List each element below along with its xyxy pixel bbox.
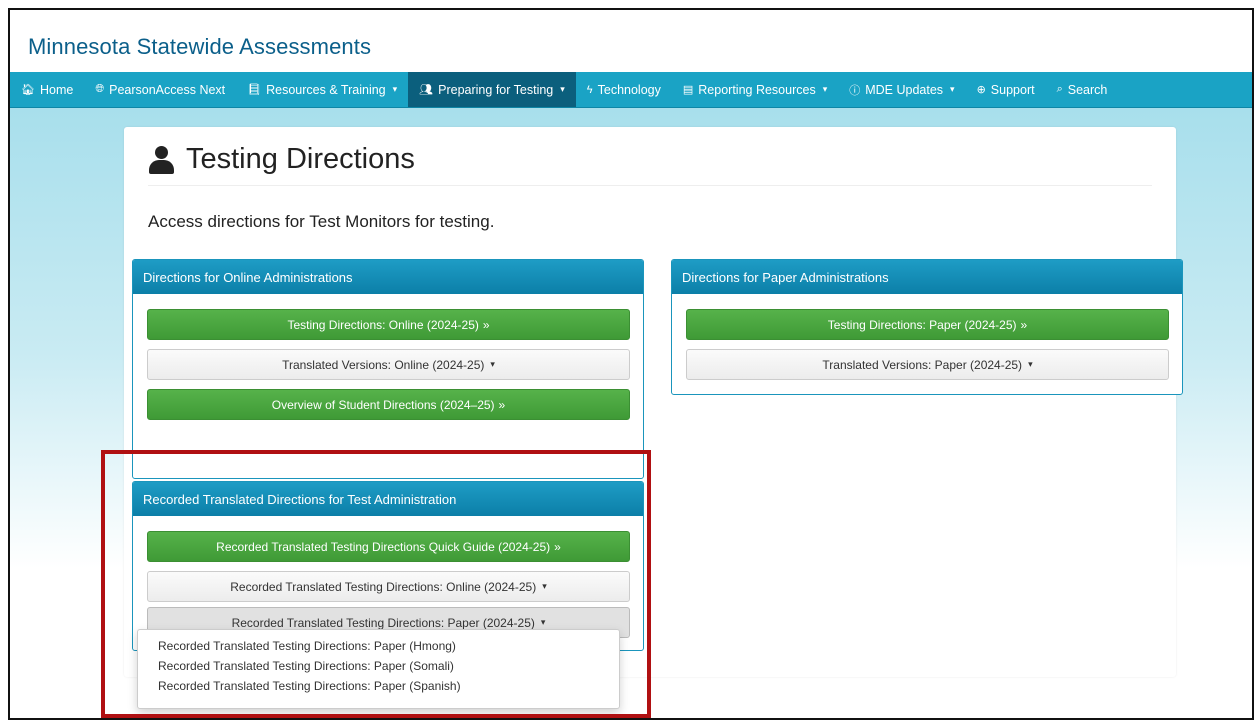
nav-item-label: Resources & Training xyxy=(266,82,386,97)
nav-item-label: PearsonAccess Next xyxy=(109,82,226,97)
double-chevron-right-icon: » xyxy=(482,317,490,332)
nav-item-label: Home xyxy=(39,82,74,97)
title-divider xyxy=(148,185,1152,186)
panel-online-heading: Directions for Online Administrations xyxy=(133,260,643,294)
testing-directions-paper-button[interactable]: Testing Directions: Paper (2024-25) » xyxy=(686,309,1169,340)
button-label: Translated Versions: Online (2024-25) xyxy=(282,357,485,372)
page-heading: Testing Directions xyxy=(186,143,415,175)
overview-student-directions-button[interactable]: Overview of Student Directions (2024–25)… xyxy=(147,389,630,420)
intro-text: Access directions for Test Monitors for … xyxy=(148,212,495,231)
home-icon: 🏠︎ xyxy=(21,84,35,96)
testing-directions-online-button[interactable]: Testing Directions: Online (2024-25) » xyxy=(147,309,630,340)
newspaper-icon: ▤ xyxy=(682,84,694,96)
double-chevron-right-icon: » xyxy=(1020,317,1028,332)
nav-item-resources-training[interactable]: 📘︎ Resources & Training ▾ xyxy=(236,72,408,107)
caret-down-icon: ▾ xyxy=(392,84,398,94)
translated-versions-paper-dropdown[interactable]: Translated Versions: Paper (2024-25) ▾ xyxy=(686,349,1169,380)
nav-item-label: Technology xyxy=(597,82,661,97)
translated-versions-online-dropdown[interactable]: Translated Versions: Online (2024-25) ▾ xyxy=(147,349,630,380)
book-icon: 📘︎ xyxy=(247,84,262,96)
nav-item-label: Support xyxy=(990,82,1035,97)
button-label: Translated Versions: Paper (2024-25) xyxy=(822,357,1023,372)
nav-item-label: MDE Updates xyxy=(865,82,944,97)
lifebuoy-icon: ⊕ xyxy=(976,84,986,96)
group-icon: 👥︎ xyxy=(419,84,434,96)
nav-item-reporting-resources[interactable]: ▤ Reporting Resources ▾ xyxy=(672,72,838,107)
panel-paper-heading: Directions for Paper Administrations xyxy=(672,260,1182,294)
site-title[interactable]: Minnesota Statewide Assessments xyxy=(28,34,371,60)
nav-item-home[interactable]: 🏠︎ Home xyxy=(10,72,84,107)
button-label: Overview of Student Directions (2024–25) xyxy=(271,397,495,412)
site-header: Minnesota Statewide Assessments xyxy=(10,10,1252,72)
browser-frame: Minnesota Statewide Assessments 🏠︎ Home 🌐︎… xyxy=(8,8,1254,720)
info-icon: ⓘ xyxy=(849,84,861,97)
nav-item-label: Reporting Resources xyxy=(698,82,816,97)
panel-paper-administrations: Directions for Paper Administrations Tes… xyxy=(671,259,1183,395)
caret-down-icon: ▾ xyxy=(1028,359,1033,369)
main-navbar: 🏠︎ Home 🌐︎ PearsonAccess Next 📘︎ Resources & … xyxy=(10,72,1252,108)
nav-item-pearsonaccess-next[interactable]: 🌐︎ PearsonAccess Next xyxy=(84,72,236,107)
double-chevron-right-icon: » xyxy=(498,397,506,412)
bolt-icon: ϟ xyxy=(586,83,593,96)
caret-down-icon: ▾ xyxy=(490,359,495,369)
page-title: Testing Directions xyxy=(148,143,415,176)
user-icon xyxy=(148,145,174,174)
panel-online-administrations: Directions for Online Administrations Te… xyxy=(132,259,644,479)
caret-down-icon: ▾ xyxy=(560,84,565,94)
caret-down-icon: ▾ xyxy=(822,84,828,94)
nav-item-support[interactable]: ⊕ Support xyxy=(966,72,1046,107)
button-label: Testing Directions: Online (2024-25) xyxy=(287,317,479,332)
nav-item-label: Preparing for Testing xyxy=(438,82,554,97)
nav-item-mde-updates[interactable]: ⓘ MDE Updates ▾ xyxy=(838,72,965,107)
globe-icon: 🌐︎ xyxy=(95,83,105,95)
highlight-annotation-box xyxy=(101,450,651,718)
nav-item-search[interactable]: ⌕ Search xyxy=(1046,72,1119,107)
button-label: Testing Directions: Paper (2024-25) xyxy=(827,317,1017,332)
nav-item-preparing-for-testing[interactable]: 👥︎ Preparing for Testing ▾ xyxy=(408,72,576,107)
nav-item-technology[interactable]: ϟ Technology xyxy=(576,72,672,107)
caret-down-icon: ▾ xyxy=(950,84,955,94)
nav-item-label: Search xyxy=(1067,82,1108,97)
search-icon: ⌕ xyxy=(1056,83,1063,95)
